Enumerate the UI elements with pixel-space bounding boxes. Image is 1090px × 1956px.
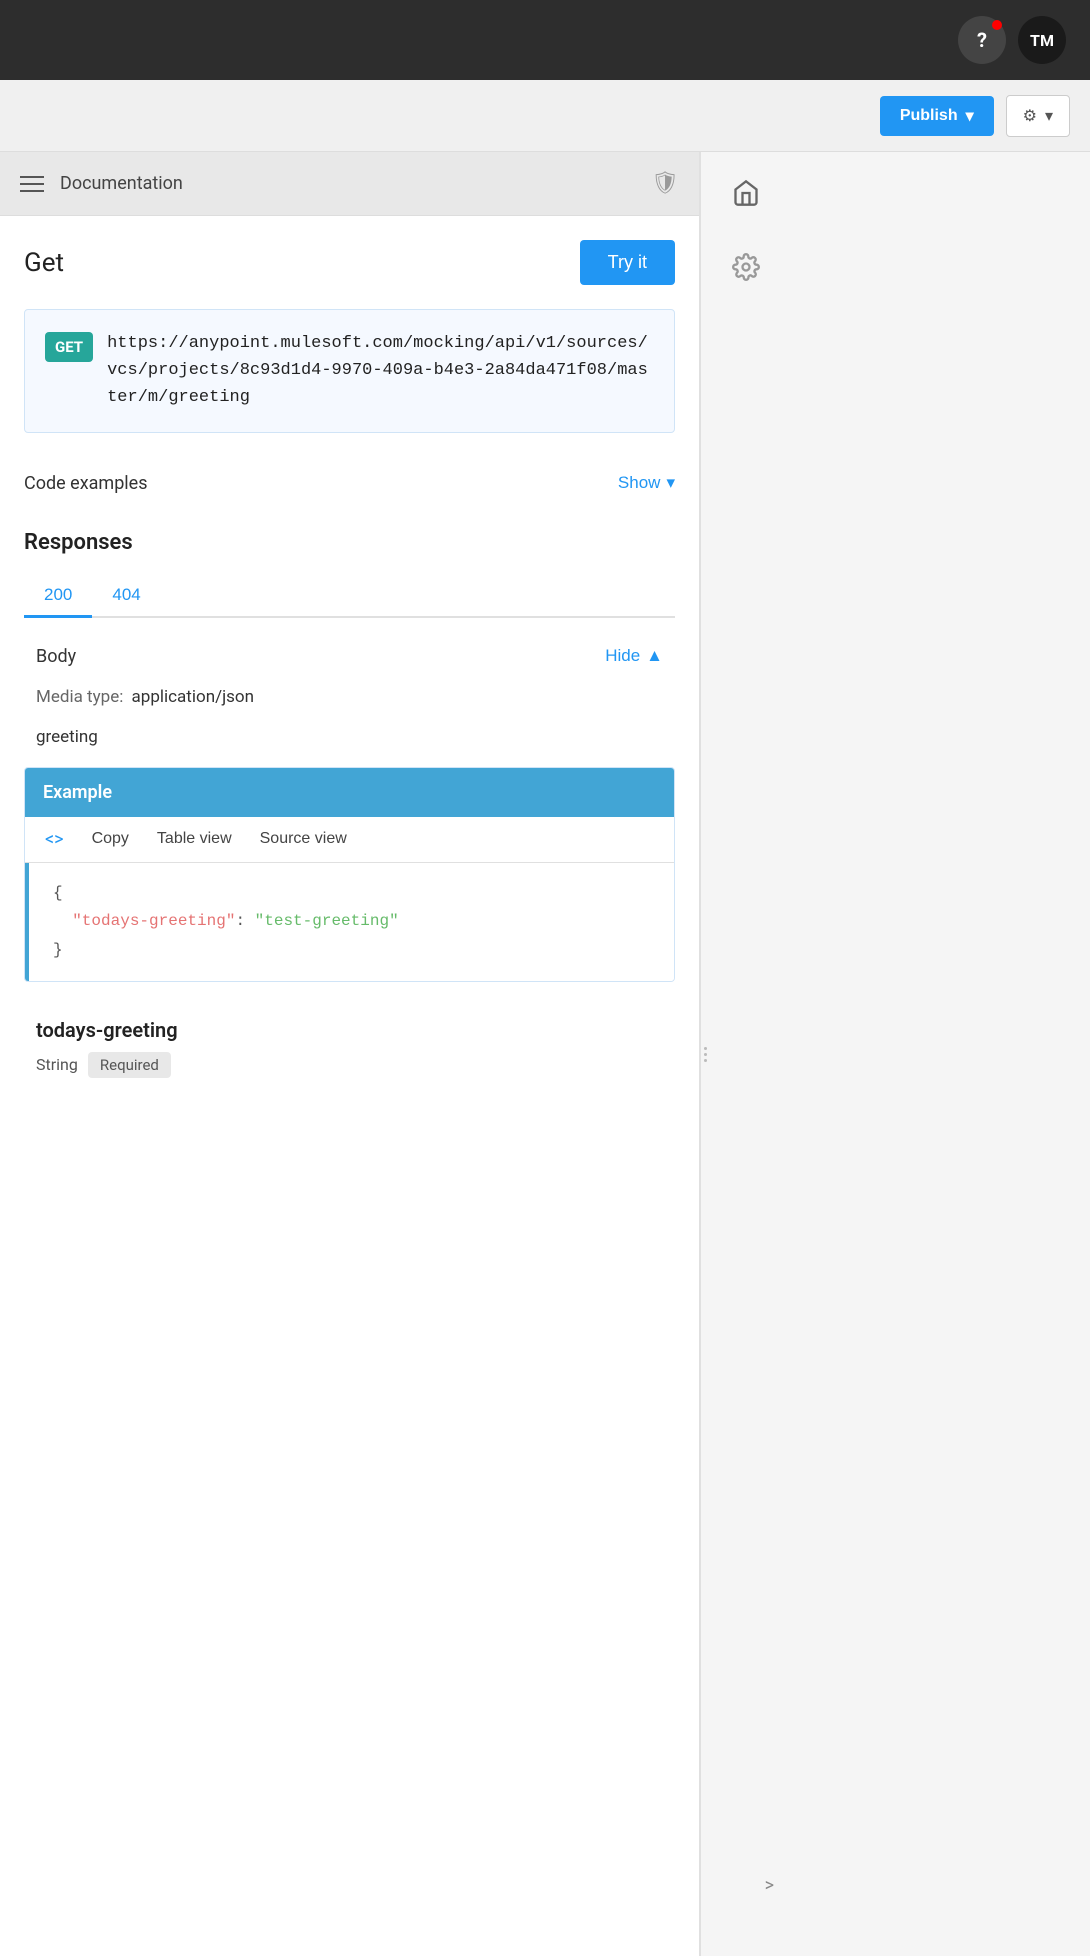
show-label: Show xyxy=(618,473,661,493)
drag-handle[interactable] xyxy=(701,1024,709,1084)
schema-field-name: todays-greeting xyxy=(36,1018,663,1042)
json-key: "todays-greeting" xyxy=(72,912,235,930)
doc-title: Documentation xyxy=(60,173,183,194)
hide-chevron: ▲ xyxy=(646,646,663,666)
greeting-label: greeting xyxy=(24,719,675,755)
source-view-button[interactable]: Source view xyxy=(260,830,347,848)
show-code-button[interactable]: Show ▾ xyxy=(618,473,675,493)
json-value: "test-greeting" xyxy=(255,912,399,930)
media-type-row: Media type: application/json xyxy=(24,675,675,719)
example-header: Example xyxy=(25,768,674,817)
body-label: Body xyxy=(36,646,76,667)
table-view-button[interactable]: Table view xyxy=(157,830,232,848)
example-toolbar: <> Copy Table view Source view xyxy=(25,817,674,863)
hamburger-line-2 xyxy=(20,183,44,185)
code-examples-row: Code examples Show ▾ xyxy=(24,461,675,506)
media-type-label: Media type: xyxy=(36,687,123,707)
get-title: Get xyxy=(24,248,64,278)
doc-header-left: Documentation xyxy=(20,173,183,194)
expand-arrow[interactable]: > xyxy=(765,1875,774,1896)
copy-button[interactable]: Copy xyxy=(92,830,129,848)
body-header: Body Hide ▲ xyxy=(24,638,675,675)
hide-label: Hide xyxy=(605,646,640,666)
endpoint-url: https://anypoint.mulesoft.com/mocking/ap… xyxy=(107,330,654,412)
drag-dot-1 xyxy=(704,1047,707,1050)
body-section: Body Hide ▲ Media type: application/json… xyxy=(24,618,675,1098)
publish-chevron: ▾ xyxy=(966,106,974,126)
get-badge: GET xyxy=(45,332,93,362)
required-badge: Required xyxy=(88,1052,171,1078)
hamburger-line-1 xyxy=(20,176,44,178)
drag-dot-3 xyxy=(704,1059,707,1062)
hide-button[interactable]: Hide ▲ xyxy=(605,646,663,666)
settings-button[interactable]: ⚙ ▾ xyxy=(1006,95,1070,137)
settings-chevron: ▾ xyxy=(1045,106,1053,126)
code-examples-label: Code examples xyxy=(24,473,148,494)
example-box: Example <> Copy Table view Source view {… xyxy=(24,767,675,982)
schema-field-types: String Required xyxy=(36,1052,663,1078)
show-chevron: ▾ xyxy=(666,473,675,493)
tab-200[interactable]: 200 xyxy=(24,575,92,618)
response-tabs: 200 404 xyxy=(24,575,675,618)
try-it-button[interactable]: Try it xyxy=(580,240,675,285)
action-bar: Publish ▾ ⚙ ▾ xyxy=(0,80,1090,152)
media-type-value: application/json xyxy=(132,687,254,707)
drag-dot-2 xyxy=(704,1053,707,1056)
hamburger-line-3 xyxy=(20,190,44,192)
publish-button[interactable]: Publish ▾ xyxy=(880,96,994,136)
right-sidebar: > xyxy=(700,152,790,1956)
left-panel: Documentation 🛡 Get Try it GET https://a… xyxy=(0,152,700,1956)
example-code: { "todays-greeting": "test-greeting" } xyxy=(25,863,674,981)
responses-title: Responses xyxy=(24,530,675,555)
settings-icon: ⚙ xyxy=(1023,106,1037,126)
main-layout: Documentation 🛡 Get Try it GET https://a… xyxy=(0,152,1090,1956)
hamburger-menu[interactable] xyxy=(20,176,44,192)
tab-404[interactable]: 404 xyxy=(92,575,160,616)
sidebar-icon-settings[interactable] xyxy=(721,242,771,292)
doc-header: Documentation 🛡 xyxy=(0,152,699,216)
notification-badge xyxy=(992,20,1002,30)
schema-section: todays-greeting String Required xyxy=(24,994,675,1078)
help-button[interactable]: ? xyxy=(958,16,1006,64)
url-box: GET https://anypoint.mulesoft.com/mockin… xyxy=(24,309,675,433)
publish-label: Publish xyxy=(900,107,958,125)
help-icon: ? xyxy=(977,28,987,52)
get-header: Get Try it xyxy=(24,240,675,285)
content-area: Get Try it GET https://anypoint.mulesoft… xyxy=(0,216,699,1956)
user-avatar[interactable]: TM xyxy=(1018,16,1066,64)
type-label: String xyxy=(36,1055,78,1074)
avatar-initials: TM xyxy=(1030,31,1054,50)
shield-icon: 🛡 xyxy=(651,171,679,196)
code-toggle-icon[interactable]: <> xyxy=(45,829,64,850)
sidebar-icon-home[interactable] xyxy=(721,168,771,218)
top-bar: ? TM xyxy=(0,0,1090,80)
